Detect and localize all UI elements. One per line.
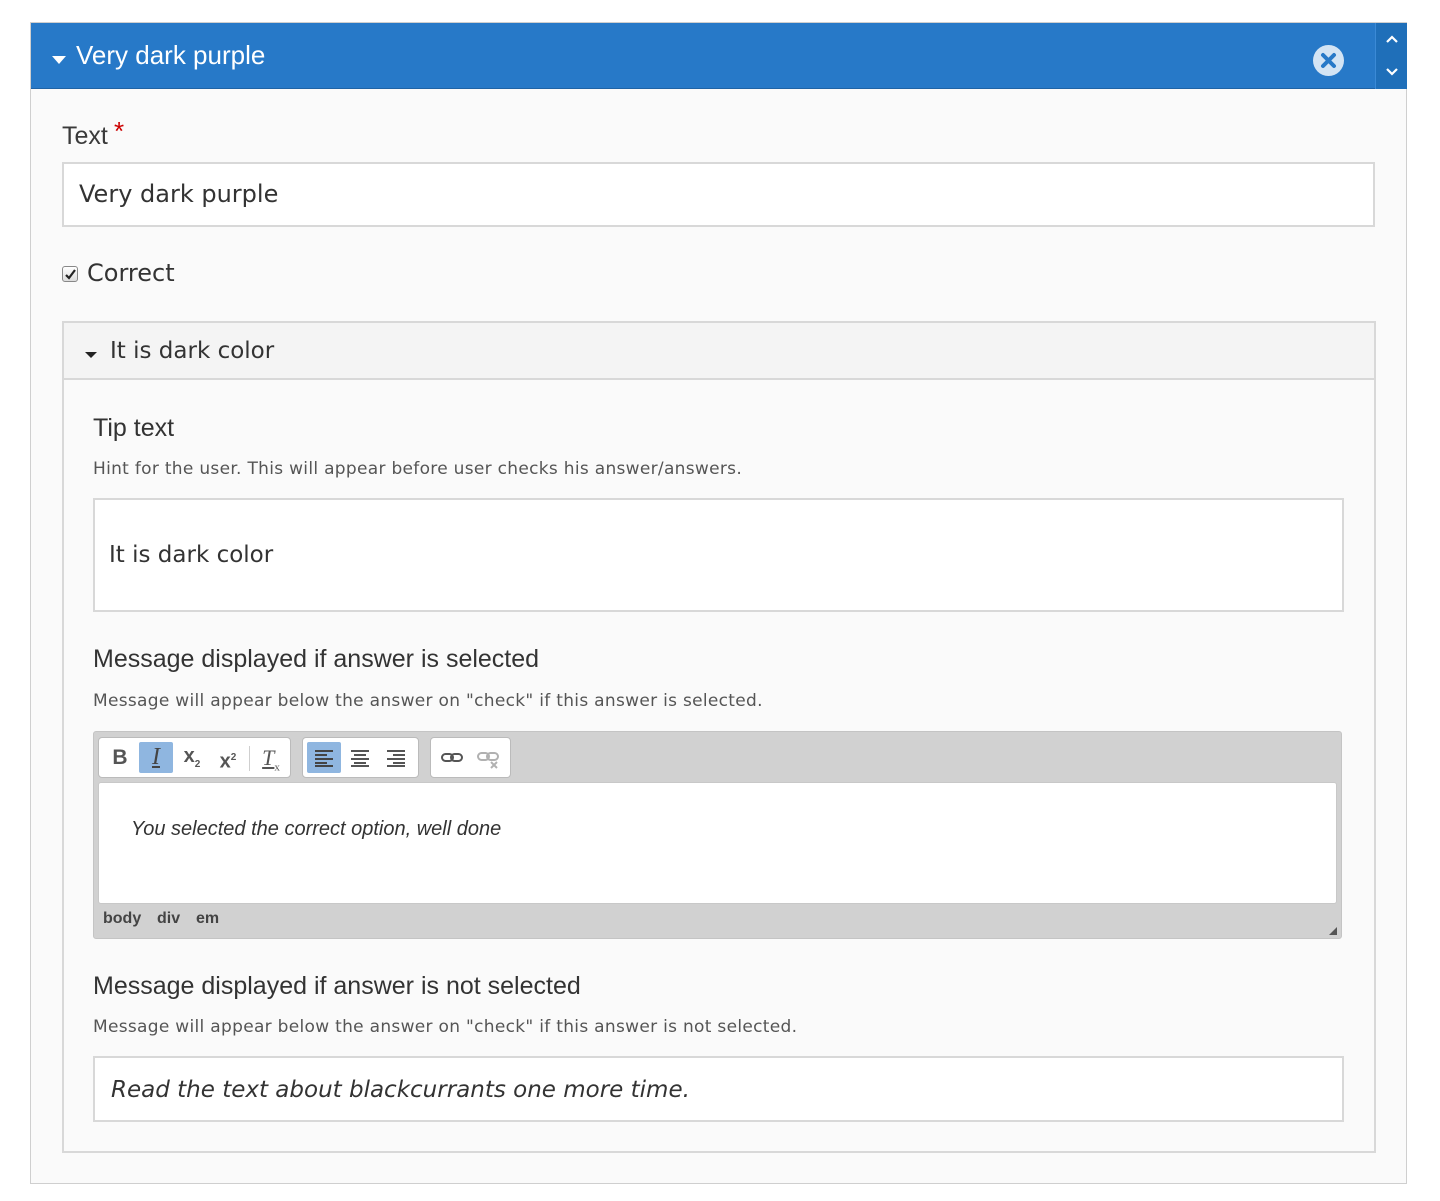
chevron-down-icon (1386, 68, 1398, 76)
selected-message-description: Message will appear below the answer on … (93, 691, 763, 711)
move-up-button[interactable] (1376, 23, 1408, 56)
remove-format-icon: T (262, 745, 275, 770)
checkmark-icon (65, 269, 76, 280)
close-circle-icon (1321, 53, 1336, 68)
text-field-label: Text (62, 122, 108, 150)
italic-button[interactable]: I (139, 742, 173, 773)
selected-message-text: You selected the correct option, well do… (131, 818, 502, 840)
panel-title: Very dark purple (76, 40, 266, 70)
not-selected-message-label: Message displayed if answer is not selec… (93, 972, 581, 1000)
path-div[interactable]: div (157, 910, 180, 928)
align-left-button[interactable] (307, 742, 341, 773)
toolbar-separator (249, 746, 250, 771)
collapse-caret-icon[interactable] (85, 352, 97, 358)
panel-header[interactable]: Very dark purple (31, 23, 1375, 89)
text-input[interactable]: Very dark purple (62, 162, 1375, 227)
correct-checkbox[interactable] (62, 266, 78, 282)
path-em[interactable]: em (196, 910, 219, 928)
required-marker: * (114, 116, 125, 146)
selected-message-label: Message displayed if answer is selected (93, 645, 540, 673)
toolbar-links (430, 737, 511, 778)
correct-label[interactable]: Correct (87, 259, 175, 287)
toolbar-basic-styles: B I x2 x2 Tx (98, 737, 291, 778)
remove-button[interactable] (1313, 45, 1344, 76)
subscript-icon: x (183, 745, 195, 767)
move-down-button[interactable] (1376, 56, 1408, 89)
superscript-button[interactable]: x2 (211, 742, 245, 773)
superscript-icon: x (219, 750, 231, 773)
not-selected-message-description: Message will appear below the answer on … (93, 1017, 798, 1037)
unlink-icon (477, 752, 499, 769)
bold-button[interactable]: B (103, 742, 137, 773)
tip-text-description: Hint for the user. This will appear befo… (93, 459, 743, 479)
resize-handle[interactable] (1329, 927, 1337, 935)
rich-text-editor: B I x2 x2 Tx You selected the correct op… (93, 731, 1342, 939)
remove-format-button[interactable]: Tx (254, 742, 288, 773)
align-center-icon (351, 750, 369, 767)
tips-group: It is dark color Tip text Hint for the u… (62, 321, 1376, 1153)
align-center-button[interactable] (343, 742, 377, 773)
chevron-up-icon (1386, 35, 1398, 43)
collapse-caret-icon[interactable] (52, 56, 66, 64)
tips-group-header[interactable]: It is dark color (64, 323, 1374, 380)
tips-group-title: It is dark color (110, 338, 275, 364)
link-icon (441, 753, 463, 762)
link-button[interactable] (435, 742, 469, 773)
order-controls (1375, 23, 1407, 89)
align-right-icon (387, 750, 405, 767)
path-body[interactable]: body (103, 910, 141, 928)
answer-option-panel: Very dark purple Text * Very dark purple… (30, 22, 1407, 1184)
tip-text-input[interactable]: It is dark color (93, 498, 1344, 612)
align-left-icon (315, 750, 333, 767)
align-right-button[interactable] (379, 742, 413, 773)
subscript-button[interactable]: x2 (175, 742, 209, 773)
not-selected-message-input[interactable]: Read the text about blackcurrants one mo… (93, 1056, 1344, 1122)
toolbar-alignment (302, 737, 419, 778)
editor-content-area[interactable]: You selected the correct option, well do… (98, 782, 1337, 904)
unlink-button[interactable] (471, 742, 505, 773)
tip-text-label: Tip text (93, 414, 175, 442)
